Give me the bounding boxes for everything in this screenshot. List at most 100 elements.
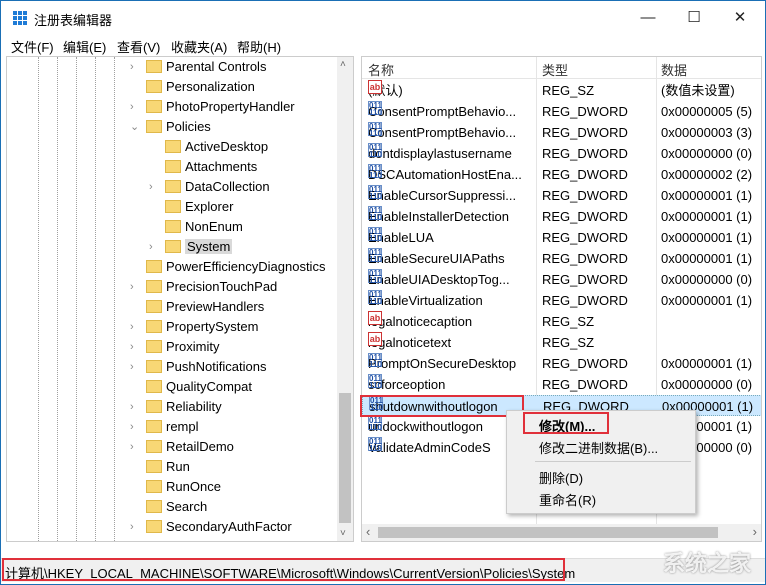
value-row[interactable]: 011 110 ConsentPromptBehavio... REG_DWORD 0x… — [362, 101, 761, 122]
expand-arrow-icon[interactable]: › — [130, 337, 134, 357]
tree-item[interactable]: RunOnce — [146, 477, 221, 497]
key-tree-pane[interactable]: ˄ ˅ › Parental Controls Personalization › Ph… — [6, 56, 354, 542]
value-type: REG_SZ — [542, 83, 595, 98]
menu-bar: 文件(F) 编辑(E) 查看(V) 收藏夹(A) 帮助(H) — [1, 35, 765, 55]
menu-favorites[interactable]: 收藏夹(A) — [171, 37, 227, 56]
menu-item-delete[interactable]: 删除(D) — [539, 468, 583, 487]
tree-item[interactable]: ActiveDesktop — [165, 137, 268, 157]
string-value-icon: ab — [368, 332, 382, 346]
tree-item[interactable]: Run — [146, 457, 190, 477]
watermark-logo: 系统之家 — [662, 551, 751, 576]
value-row[interactable]: 011 110 ConsentPromptBehavio... REG_DWORD 0x… — [362, 122, 761, 143]
column-data[interactable]: 数据 — [661, 60, 687, 79]
value-row[interactable]: 011 110 dontdisplaylastusername REG_DWORD 0x… — [362, 143, 761, 164]
menu-item-modify-binary[interactable]: 修改二进制数据(B)... — [539, 438, 658, 457]
tree-item-label: ActiveDesktop — [185, 139, 269, 154]
tree-item-label: DataCollection — [185, 179, 270, 194]
binary-value-icon: 011 110 — [368, 122, 382, 138]
value-row[interactable]: 011 110 EnableUIADesktopTog... REG_DWORD 0x0… — [362, 269, 761, 290]
value-type: REG_DWORD — [542, 356, 628, 371]
tree-item[interactable]: PowerEfficiencyDiagnostics — [146, 257, 325, 277]
expand-arrow-icon[interactable]: › — [130, 317, 134, 337]
tree-item[interactable]: › System — [149, 237, 233, 257]
value-row[interactable]: ab (默认) REG_SZ (数值未设置) — [362, 80, 761, 101]
value-name: legalnoticecaption — [368, 314, 473, 329]
value-row[interactable]: 011 110 scforceoption REG_DWORD 0x00000000 (… — [362, 374, 761, 395]
value-row[interactable]: ab legalnoticetext REG_SZ — [362, 332, 761, 353]
expand-arrow-icon[interactable]: › — [130, 397, 134, 417]
value-type: REG_DWORD — [542, 104, 628, 119]
tree-item[interactable]: Attachments — [165, 157, 257, 177]
tree-item-label: Search — [166, 499, 208, 514]
tree-item-label: Attachments — [185, 159, 258, 174]
value-type: REG_DWORD — [542, 251, 628, 266]
tree-item[interactable]: › DataCollection — [149, 177, 270, 197]
value-type: REG_SZ — [542, 335, 595, 350]
menu-item-rename[interactable]: 重命名(R) — [539, 490, 596, 509]
scroll-thumb[interactable] — [339, 393, 351, 523]
menu-help[interactable]: 帮助(H) — [237, 37, 281, 56]
tree-item[interactable]: › SecondaryAuthFactor — [130, 517, 292, 537]
tree-item[interactable]: › PushNotifications — [130, 357, 266, 377]
expand-arrow-icon[interactable]: › — [130, 517, 134, 537]
value-name: EnableVirtualization — [368, 293, 483, 308]
menu-file[interactable]: 文件(F) — [11, 37, 54, 56]
menu-edit[interactable]: 编辑(E) — [63, 37, 106, 56]
tree-item[interactable]: › RetailDemo — [130, 437, 234, 457]
tree-item[interactable]: › Parental Controls — [130, 57, 266, 77]
value-row[interactable]: 011 110 EnableVirtualization REG_DWORD 0x000… — [362, 290, 761, 311]
registry-editor-window: 注册表编辑器 — ☐ ✕ 文件(F) 编辑(E) 查看(V) 收藏夹(A) 帮助… — [0, 0, 766, 585]
value-type: REG_DWORD — [542, 230, 628, 245]
expand-arrow-icon[interactable]: › — [130, 277, 134, 297]
column-name[interactable]: 名称 — [368, 60, 394, 79]
maximize-button[interactable]: ☐ — [671, 1, 717, 33]
tree-item[interactable]: Personalization — [146, 77, 255, 97]
binary-value-icon: 011 110 — [368, 143, 382, 159]
value-row[interactable]: ab legalnoticecaption REG_SZ — [362, 311, 761, 332]
expand-arrow-icon[interactable]: › — [130, 57, 134, 77]
expand-arrow-icon[interactable]: › — [130, 97, 134, 117]
menu-separator — [535, 461, 691, 462]
tree-item[interactable]: Search — [146, 497, 207, 517]
value-row[interactable]: 011 110 PromptOnSecureDesktop REG_DWORD 0x00… — [362, 353, 761, 374]
tree-item[interactable]: PreviewHandlers — [146, 297, 264, 317]
expand-arrow-icon[interactable]: › — [130, 357, 134, 377]
value-row[interactable]: 011 110 DSCAutomationHostEna... REG_DWORD 0x… — [362, 164, 761, 185]
tree-item[interactable]: Explorer — [165, 197, 233, 217]
folder-icon — [146, 60, 162, 73]
menu-view[interactable]: 查看(V) — [117, 37, 160, 56]
binary-value-icon: 011 110 — [368, 206, 382, 222]
tree-item-label: Proximity — [166, 339, 220, 354]
list-horizontal-scrollbar[interactable]: ‹ › — [362, 524, 761, 541]
tree-item-label: System — [185, 239, 233, 254]
scroll-thumb[interactable] — [378, 527, 718, 538]
expand-arrow-icon[interactable]: › — [149, 237, 153, 257]
tree-item[interactable]: › Reliability — [130, 397, 222, 417]
regedit-app-icon — [13, 11, 27, 25]
tree-item[interactable]: ⌄ Policies — [130, 117, 211, 137]
tree-item[interactable]: NonEnum — [165, 217, 243, 237]
tree-item[interactable]: › rempl — [130, 417, 199, 437]
tree-item[interactable]: › PhotoPropertyHandler — [130, 97, 295, 117]
tree-item[interactable]: › Proximity — [130, 337, 220, 357]
tree-vertical-scrollbar[interactable]: ˄ ˅ — [337, 57, 353, 541]
value-name: dontdisplaylastusername — [368, 146, 512, 161]
tree-item[interactable]: › PropertySystem — [130, 317, 258, 337]
value-row[interactable]: 011 110 EnableInstallerDetection REG_DWORD 0… — [362, 206, 761, 227]
close-button[interactable]: ✕ — [717, 1, 763, 33]
column-type[interactable]: 类型 — [542, 60, 568, 79]
expand-arrow-icon[interactable]: › — [130, 437, 134, 457]
binary-value-icon: 011 110 — [368, 269, 382, 285]
tree-item[interactable]: › PrecisionTouchPad — [130, 277, 277, 297]
tree-item[interactable]: QualityCompat — [146, 377, 252, 397]
expand-arrow-icon[interactable]: › — [130, 417, 134, 437]
value-type: REG_DWORD — [542, 377, 628, 392]
value-row[interactable]: 011 110 EnableLUA REG_DWORD 0x00000001 (1) — [362, 227, 761, 248]
value-row[interactable]: 011 110 EnableCursorSuppressi... REG_DWORD 0… — [362, 185, 761, 206]
minimize-button[interactable]: — — [625, 1, 671, 33]
expand-arrow-icon[interactable]: › — [149, 177, 153, 197]
value-row[interactable]: 011 110 EnableSecureUIAPaths REG_DWORD 0x000… — [362, 248, 761, 269]
tree-item-label: Run — [166, 459, 190, 474]
collapse-arrow-icon[interactable]: ⌄ — [130, 117, 139, 137]
value-data: 0x00000000 (0) — [661, 146, 753, 161]
